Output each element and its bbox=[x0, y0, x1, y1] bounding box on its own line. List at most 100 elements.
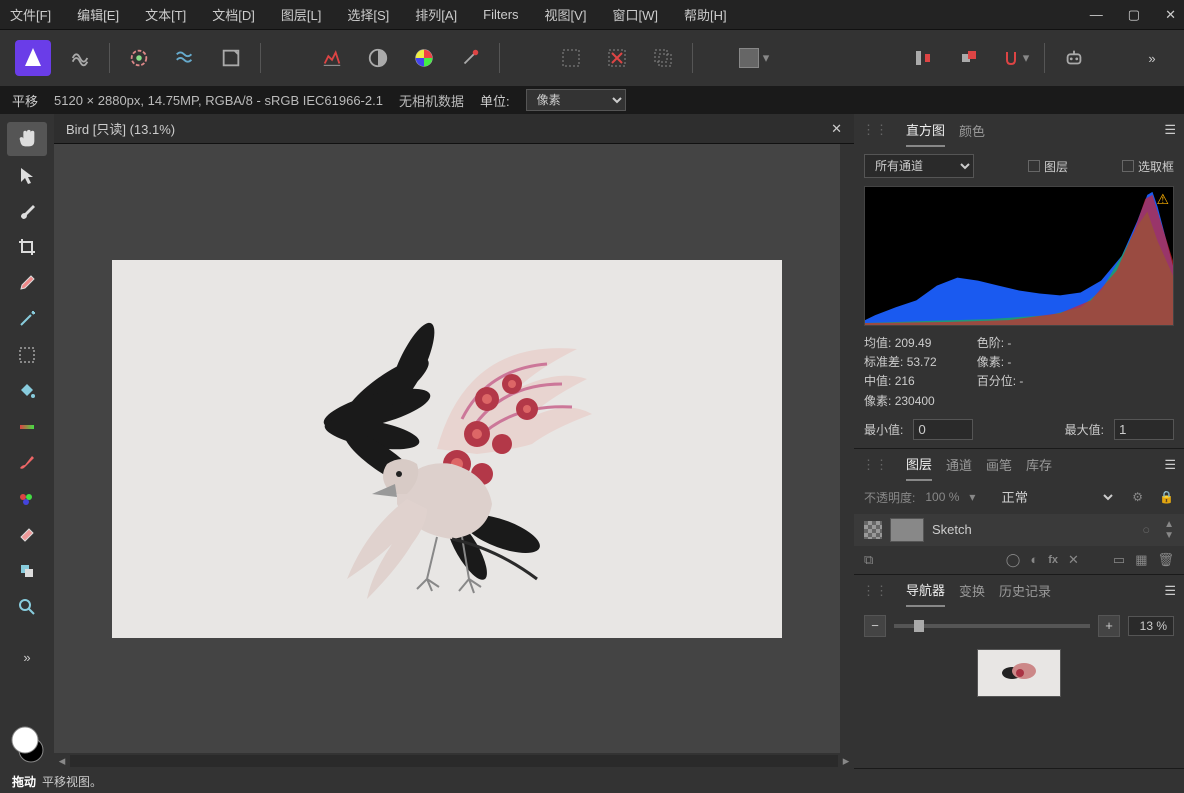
gear-icon[interactable]: ⚙ bbox=[1132, 490, 1143, 504]
add-layer-icon[interactable]: ▭ bbox=[1113, 552, 1125, 568]
adjustment-layer-icon[interactable]: ◐ bbox=[1030, 552, 1038, 567]
menu-layer[interactable]: 图层[L] bbox=[279, 1, 323, 28]
checkbox-selection[interactable] bbox=[1122, 160, 1134, 172]
persona-liquify-icon[interactable] bbox=[63, 41, 97, 75]
grip-icon[interactable]: ⋮⋮ bbox=[862, 583, 888, 599]
selection-intersect-icon[interactable] bbox=[646, 41, 680, 75]
align-icon[interactable] bbox=[906, 41, 940, 75]
selection-add-icon[interactable] bbox=[554, 41, 588, 75]
tab-channels[interactable]: 通道 bbox=[946, 449, 972, 480]
zoom-tool[interactable] bbox=[7, 590, 47, 624]
tab-histogram[interactable]: 直方图 bbox=[906, 114, 945, 147]
menu-document[interactable]: 文档[D] bbox=[210, 1, 257, 28]
tab-color[interactable]: 颜色 bbox=[959, 115, 985, 146]
opacity-value[interactable]: 100 % bbox=[925, 490, 959, 504]
move-tool[interactable] bbox=[7, 158, 47, 192]
visibility-toggle[interactable] bbox=[864, 521, 882, 539]
adjustment-icon[interactable] bbox=[122, 41, 156, 75]
selection-remove-icon[interactable] bbox=[600, 41, 634, 75]
menu-file[interactable]: 文件[F] bbox=[8, 1, 53, 28]
horizontal-scrollbar[interactable]: ◂ ▸ bbox=[54, 753, 854, 769]
mask-icon[interactable]: ◯ bbox=[1006, 552, 1021, 568]
warning-icon[interactable]: ⚠ bbox=[1156, 191, 1169, 208]
grip-icon[interactable]: ⋮⋮ bbox=[862, 122, 888, 138]
tab-history[interactable]: 历史记录 bbox=[999, 575, 1051, 606]
menu-window[interactable]: 窗口[W] bbox=[610, 1, 660, 28]
vertical-scrollbar[interactable] bbox=[840, 144, 854, 753]
minimize-icon[interactable]: — bbox=[1090, 7, 1103, 23]
brush-tool[interactable] bbox=[7, 194, 47, 228]
menu-view[interactable]: 视图[V] bbox=[543, 1, 589, 28]
tab-layers[interactable]: 图层 bbox=[906, 448, 932, 481]
magic-select-icon[interactable] bbox=[453, 41, 487, 75]
menu-arrange[interactable]: 排列[A] bbox=[413, 1, 459, 28]
add-pixel-layer-icon[interactable]: ▦ bbox=[1135, 552, 1147, 568]
document-info[interactable]: 5120 × 2880px, 14.75MP, RGBA/8 - sRGB IE… bbox=[54, 93, 383, 108]
camera-data[interactable]: 无相机数据 bbox=[399, 91, 464, 110]
color-swatches[interactable] bbox=[7, 719, 47, 769]
panel-menu-icon[interactable]: ☰ bbox=[1164, 583, 1176, 599]
crop-layer-icon[interactable]: ✕ bbox=[1068, 552, 1079, 568]
levels-icon[interactable] bbox=[315, 41, 349, 75]
menu-select[interactable]: 选择[S] bbox=[345, 1, 391, 28]
clone-tool[interactable] bbox=[7, 554, 47, 588]
marquee-tool[interactable] bbox=[7, 338, 47, 372]
lock-icon[interactable]: 🔒 bbox=[1159, 490, 1174, 504]
zoom-slider[interactable] bbox=[894, 624, 1090, 628]
min-input[interactable] bbox=[913, 419, 973, 440]
zoom-value[interactable]: 13 % bbox=[1128, 616, 1174, 636]
trash-icon[interactable]: 🗑 bbox=[1157, 552, 1174, 568]
menu-edit[interactable]: 编辑[E] bbox=[75, 1, 121, 28]
crop-tool[interactable] bbox=[7, 230, 47, 264]
fx-icon[interactable]: fx bbox=[1048, 554, 1058, 566]
toolbar-overflow-icon[interactable]: » bbox=[1135, 41, 1169, 75]
tab-navigator[interactable]: 导航器 bbox=[906, 574, 945, 607]
maximize-icon[interactable]: ▢ bbox=[1128, 7, 1140, 23]
menu-help[interactable]: 帮助[H] bbox=[682, 1, 729, 28]
snap-icon[interactable]: ▾ bbox=[998, 41, 1032, 75]
tools-overflow-icon[interactable]: » bbox=[7, 640, 47, 674]
hand-tool[interactable] bbox=[7, 122, 47, 156]
right-panels: ⋮⋮ 直方图 颜色 ☰ 所有通道 图层 选取框 ⚠ bbox=[854, 114, 1184, 769]
contrast-icon[interactable] bbox=[361, 41, 395, 75]
tab-transform[interactable]: 变换 bbox=[959, 575, 985, 606]
group-icon[interactable]: ⧉ bbox=[864, 552, 873, 568]
blend-mode-select[interactable]: 正常 bbox=[993, 487, 1116, 508]
document-tab[interactable]: Bird [只读] (13.1%) ✕ bbox=[54, 114, 854, 144]
eyedropper-tool[interactable] bbox=[7, 266, 47, 300]
checkbox-layer[interactable] bbox=[1028, 160, 1040, 172]
menu-filters[interactable]: Filters bbox=[481, 3, 520, 26]
mixer-brush-tool[interactable] bbox=[7, 482, 47, 516]
menu-text[interactable]: 文本[T] bbox=[143, 1, 188, 28]
arrange-icon[interactable] bbox=[952, 41, 986, 75]
panel-menu-icon[interactable]: ☰ bbox=[1164, 122, 1176, 138]
zoom-out-button[interactable]: − bbox=[864, 615, 886, 637]
waves-icon[interactable] bbox=[168, 41, 202, 75]
canvas-viewport[interactable] bbox=[54, 144, 840, 753]
crop-ratio-icon[interactable] bbox=[214, 41, 248, 75]
tab-stock[interactable]: 库存 bbox=[1026, 449, 1052, 480]
eraser-tool[interactable] bbox=[7, 518, 47, 552]
app-logo[interactable] bbox=[15, 40, 51, 76]
color-wheel-icon[interactable] bbox=[407, 41, 441, 75]
assistant-icon[interactable] bbox=[1057, 41, 1091, 75]
scroll-left-icon[interactable]: ◂ bbox=[54, 753, 70, 769]
navigator-preview[interactable] bbox=[977, 649, 1061, 697]
channel-select[interactable]: 所有通道 bbox=[864, 154, 974, 178]
tab-brushes[interactable]: 画笔 bbox=[986, 449, 1012, 480]
grip-icon[interactable]: ⋮⋮ bbox=[862, 457, 888, 473]
paint-brush-tool[interactable] bbox=[7, 446, 47, 480]
scroll-right-icon[interactable]: ▸ bbox=[838, 753, 854, 769]
layer-item[interactable]: Sketch ○ ▲▼ bbox=[854, 514, 1184, 546]
zoom-in-button[interactable]: + bbox=[1098, 615, 1120, 637]
unit-select[interactable]: 像素 bbox=[526, 89, 626, 111]
panel-menu-icon[interactable]: ☰ bbox=[1164, 457, 1176, 473]
tab-close-icon[interactable]: ✕ bbox=[831, 121, 842, 137]
gradient-tool[interactable] bbox=[7, 410, 47, 444]
close-icon[interactable]: ✕ bbox=[1165, 7, 1176, 23]
swatch-dropdown[interactable]: ▾ bbox=[737, 41, 771, 75]
flood-fill-tool[interactable] bbox=[7, 374, 47, 408]
wand-tool[interactable] bbox=[7, 302, 47, 336]
expand-icon[interactable]: ▲▼ bbox=[1164, 519, 1174, 541]
max-input[interactable] bbox=[1114, 419, 1174, 440]
